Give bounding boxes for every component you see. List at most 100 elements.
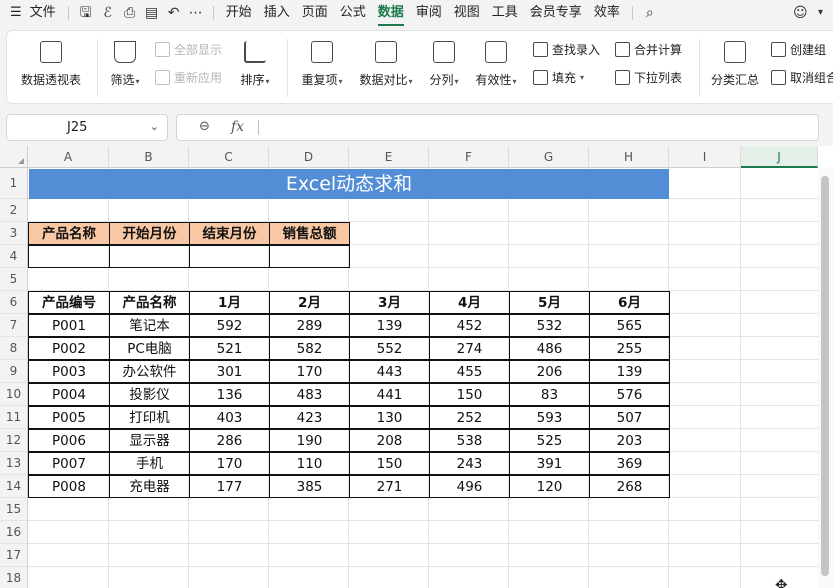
column-header-e[interactable]: E xyxy=(349,146,429,168)
row-header-5[interactable]: 5 xyxy=(0,268,28,291)
criteria-input-cell[interactable] xyxy=(189,245,270,268)
table-header-cell[interactable]: 5月 xyxy=(509,291,590,314)
table-cell[interactable]: P003 xyxy=(28,360,110,383)
row-header-16[interactable]: 16 xyxy=(0,521,28,544)
table-cell[interactable]: 252 xyxy=(429,406,510,429)
table-cell[interactable]: 582 xyxy=(269,337,350,360)
column-header-i[interactable]: I xyxy=(669,146,741,168)
column-header-b[interactable]: B xyxy=(109,146,189,168)
save-icon[interactable]: 🖫 xyxy=(75,0,97,26)
table-cell[interactable]: 552 xyxy=(349,337,430,360)
table-cell[interactable]: 441 xyxy=(349,383,430,406)
assistant-icon[interactable]: ☺ xyxy=(793,0,808,26)
row-header-18[interactable]: 18 xyxy=(0,567,28,588)
tab-page[interactable]: 页面 xyxy=(296,0,334,26)
table-cell[interactable]: P004 xyxy=(28,383,110,406)
table-header-cell[interactable]: 产品编号 xyxy=(28,291,110,314)
search-icon[interactable]: ⌕ xyxy=(639,0,661,26)
tab-tools[interactable]: 工具 xyxy=(486,0,524,26)
row-header-13[interactable]: 13 xyxy=(0,452,28,475)
table-cell[interactable]: 150 xyxy=(349,452,430,475)
table-cell[interactable]: 170 xyxy=(269,360,350,383)
table-cell[interactable]: 120 xyxy=(509,475,590,498)
column-header-a[interactable]: A xyxy=(28,146,109,168)
tab-home[interactable]: 开始 xyxy=(220,0,258,26)
table-cell[interactable]: P007 xyxy=(28,452,110,475)
validity-button[interactable]: 有效性▾ xyxy=(471,31,521,88)
scrollbar-thumb[interactable] xyxy=(821,176,829,576)
criteria-input-cell[interactable] xyxy=(28,245,110,268)
table-cell[interactable]: 110 xyxy=(269,452,350,475)
table-cell[interactable]: 423 xyxy=(269,406,350,429)
tab-formula[interactable]: 公式 xyxy=(334,0,372,26)
table-cell[interactable]: 显示器 xyxy=(109,429,190,452)
column-header-g[interactable]: G xyxy=(509,146,589,168)
chevron-down-icon[interactable]: ⌄ xyxy=(150,120,159,133)
table-cell[interactable]: 手机 xyxy=(109,452,190,475)
row-header-17[interactable]: 17 xyxy=(0,544,28,567)
table-cell[interactable]: 255 xyxy=(589,337,670,360)
table-cell[interactable]: 150 xyxy=(429,383,510,406)
table-cell[interactable]: P006 xyxy=(28,429,110,452)
row-header-2[interactable]: 2 xyxy=(0,199,28,222)
table-header-cell[interactable]: 1月 xyxy=(189,291,270,314)
pivot-table-button[interactable]: 数据透视表 xyxy=(17,31,85,88)
row-header-14[interactable]: 14 xyxy=(0,475,28,498)
row-header-6[interactable]: 6 xyxy=(0,291,28,314)
table-cell[interactable]: 206 xyxy=(509,360,590,383)
chevron-down-icon[interactable]: ▾ xyxy=(818,0,823,26)
table-cell[interactable]: 443 xyxy=(349,360,430,383)
criteria-header-cell[interactable]: 开始月份 xyxy=(109,222,190,245)
tab-view[interactable]: 视图 xyxy=(448,0,486,26)
table-cell[interactable]: 274 xyxy=(429,337,510,360)
fill-button[interactable]: 填充 ▾ xyxy=(533,67,584,87)
filter-button[interactable]: 筛选▾ xyxy=(105,31,145,88)
table-header-cell[interactable]: 2月 xyxy=(269,291,350,314)
create-group-button[interactable]: 创建组 xyxy=(771,39,826,59)
sheet-title[interactable]: Excel动态求和 xyxy=(29,169,669,199)
zoom-icon[interactable]: ⊖ xyxy=(199,119,210,134)
vertical-scrollbar[interactable] xyxy=(818,168,833,588)
table-cell[interactable]: 593 xyxy=(509,406,590,429)
row-header-3[interactable]: 3 xyxy=(0,222,28,245)
row-header-11[interactable]: 11 xyxy=(0,406,28,429)
tab-review[interactable]: 审阅 xyxy=(410,0,448,26)
row-header-10[interactable]: 10 xyxy=(0,383,28,406)
tab-data[interactable]: 数据 xyxy=(372,0,410,26)
print-preview-icon[interactable]: ▤ xyxy=(141,0,163,26)
table-cell[interactable]: 177 xyxy=(189,475,270,498)
column-header-f[interactable]: F xyxy=(429,146,509,168)
row-header-7[interactable]: 7 xyxy=(0,314,28,337)
table-cell[interactable]: 391 xyxy=(509,452,590,475)
table-cell[interactable]: 271 xyxy=(349,475,430,498)
row-header-12[interactable]: 12 xyxy=(0,429,28,452)
print-icon[interactable]: ⎙ xyxy=(119,0,141,26)
name-box[interactable]: J25 ⌄ xyxy=(6,114,168,141)
table-cell[interactable]: 483 xyxy=(269,383,350,406)
table-cell[interactable]: 301 xyxy=(189,360,270,383)
lookup-entry-button[interactable]: 查找录入 xyxy=(533,39,600,59)
table-cell[interactable]: 385 xyxy=(269,475,350,498)
table-cell[interactable]: 203 xyxy=(589,429,670,452)
row-header-8[interactable]: 8 xyxy=(0,337,28,360)
column-header-c[interactable]: C xyxy=(189,146,269,168)
table-cell[interactable]: 403 xyxy=(189,406,270,429)
table-cell[interactable]: 208 xyxy=(349,429,430,452)
table-cell[interactable]: 455 xyxy=(429,360,510,383)
menu-file[interactable]: 文件 xyxy=(24,0,62,26)
table-cell[interactable]: 592 xyxy=(189,314,270,337)
table-cell[interactable]: P008 xyxy=(28,475,110,498)
show-all-button[interactable]: 全部显示 xyxy=(155,39,222,59)
table-cell[interactable]: 170 xyxy=(189,452,270,475)
table-cell[interactable]: P001 xyxy=(28,314,110,337)
subtotal-button[interactable]: 分类汇总 xyxy=(707,31,763,88)
table-cell[interactable]: 507 xyxy=(589,406,670,429)
table-cell[interactable]: 190 xyxy=(269,429,350,452)
criteria-input-cell[interactable] xyxy=(269,245,350,268)
table-cell[interactable]: 笔记本 xyxy=(109,314,190,337)
criteria-header-cell[interactable]: 产品名称 xyxy=(28,222,110,245)
tab-insert[interactable]: 插入 xyxy=(258,0,296,26)
table-header-cell[interactable]: 6月 xyxy=(589,291,670,314)
table-cell[interactable]: 521 xyxy=(189,337,270,360)
table-cell[interactable]: P005 xyxy=(28,406,110,429)
